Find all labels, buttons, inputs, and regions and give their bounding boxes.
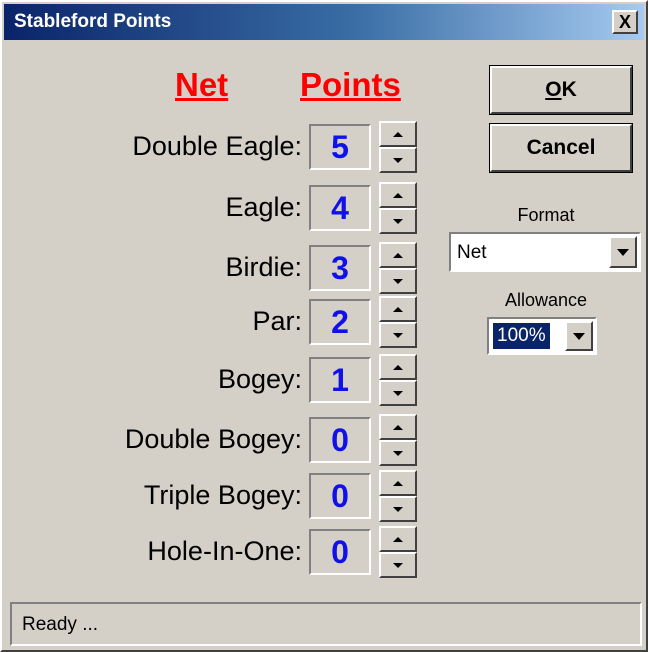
- points-value[interactable]: 4: [309, 185, 371, 231]
- points-spinner[interactable]: [379, 121, 417, 173]
- points-spinner[interactable]: [379, 242, 417, 294]
- points-value[interactable]: 0: [309, 417, 371, 463]
- points-spinner[interactable]: [379, 414, 417, 466]
- spin-down-button[interactable]: [379, 147, 417, 173]
- spin-up-button[interactable]: [379, 354, 417, 380]
- ok-mnemonic: O: [545, 78, 562, 101]
- arrow-down-icon: [393, 278, 403, 284]
- points-value[interactable]: 3: [309, 245, 371, 291]
- spin-up-button[interactable]: [379, 526, 417, 552]
- title-bar: Stableford Points X: [4, 4, 644, 40]
- window-title: Stableford Points: [14, 11, 172, 32]
- spin-down-button[interactable]: [379, 268, 417, 294]
- row-label: Bogey:: [217, 364, 302, 394]
- spin-up-button[interactable]: [379, 414, 417, 440]
- points-spinner[interactable]: [379, 354, 417, 406]
- points-header: Points: [300, 66, 401, 103]
- arrow-up-icon: [393, 131, 403, 137]
- points-spinner[interactable]: [379, 182, 417, 234]
- chevron-down-icon: [573, 332, 585, 340]
- points-value[interactable]: 2: [309, 299, 371, 345]
- allowance-value: 100%: [492, 322, 551, 350]
- arrow-up-icon: [393, 252, 403, 258]
- spin-up-button[interactable]: [379, 121, 417, 147]
- allowance-dropdown-button[interactable]: [565, 321, 593, 351]
- points-value[interactable]: 1: [309, 357, 371, 403]
- spin-down-button[interactable]: [379, 552, 417, 578]
- arrow-down-icon: [393, 506, 403, 512]
- arrow-up-icon: [393, 192, 403, 198]
- arrow-down-icon: [393, 562, 403, 568]
- allowance-label: Allowance: [504, 290, 588, 310]
- arrow-up-icon: [393, 424, 403, 430]
- arrow-down-icon: [393, 390, 403, 396]
- spin-down-button[interactable]: [379, 496, 417, 522]
- row-label: Triple Bogey:: [143, 480, 302, 510]
- status-bar: Ready ...: [10, 602, 642, 646]
- cancel-button[interactable]: Cancel: [489, 123, 633, 173]
- points-value[interactable]: 0: [309, 473, 371, 519]
- arrow-up-icon: [393, 480, 403, 486]
- spin-up-button[interactable]: [379, 242, 417, 268]
- points-spinner[interactable]: [379, 526, 417, 578]
- points-value[interactable]: 0: [309, 529, 371, 575]
- close-icon: X: [618, 11, 631, 32]
- arrow-up-icon: [393, 536, 403, 542]
- ok-button[interactable]: OK: [489, 65, 633, 115]
- arrow-down-icon: [393, 332, 403, 338]
- spin-up-button[interactable]: [379, 182, 417, 208]
- format-dropdown[interactable]: Net: [449, 232, 641, 272]
- row-label: Birdie:: [225, 252, 302, 282]
- spin-down-button[interactable]: [379, 380, 417, 406]
- chevron-down-icon: [617, 248, 629, 256]
- close-button[interactable]: X: [612, 10, 638, 34]
- spin-up-button[interactable]: [379, 470, 417, 496]
- format-value: Net: [457, 242, 487, 263]
- stableford-points-dialog: Stableford Points X Net Points Double Ea…: [0, 0, 648, 652]
- status-text: Ready ...: [22, 614, 99, 635]
- points-spinner[interactable]: [379, 470, 417, 522]
- row-label: Double Eagle:: [132, 131, 302, 161]
- row-label: Hole-In-One:: [147, 536, 302, 566]
- arrow-up-icon: [393, 306, 403, 312]
- format-dropdown-button[interactable]: [609, 236, 637, 268]
- row-label: Par:: [252, 306, 302, 336]
- arrow-up-icon: [393, 364, 403, 370]
- spin-down-button[interactable]: [379, 440, 417, 466]
- spin-up-button[interactable]: [379, 296, 417, 322]
- ok-label-rest: K: [561, 78, 577, 101]
- points-spinner[interactable]: [379, 296, 417, 348]
- row-label: Double Bogey:: [124, 424, 302, 454]
- format-label: Format: [517, 205, 575, 225]
- row-label: Eagle:: [225, 192, 302, 222]
- arrow-down-icon: [393, 450, 403, 456]
- points-value[interactable]: 5: [309, 124, 371, 170]
- net-header: Net: [175, 66, 229, 103]
- spin-down-button[interactable]: [379, 208, 417, 234]
- arrow-down-icon: [393, 218, 403, 224]
- spin-down-button[interactable]: [379, 322, 417, 348]
- arrow-down-icon: [393, 157, 403, 163]
- allowance-dropdown[interactable]: 100%: [487, 317, 597, 355]
